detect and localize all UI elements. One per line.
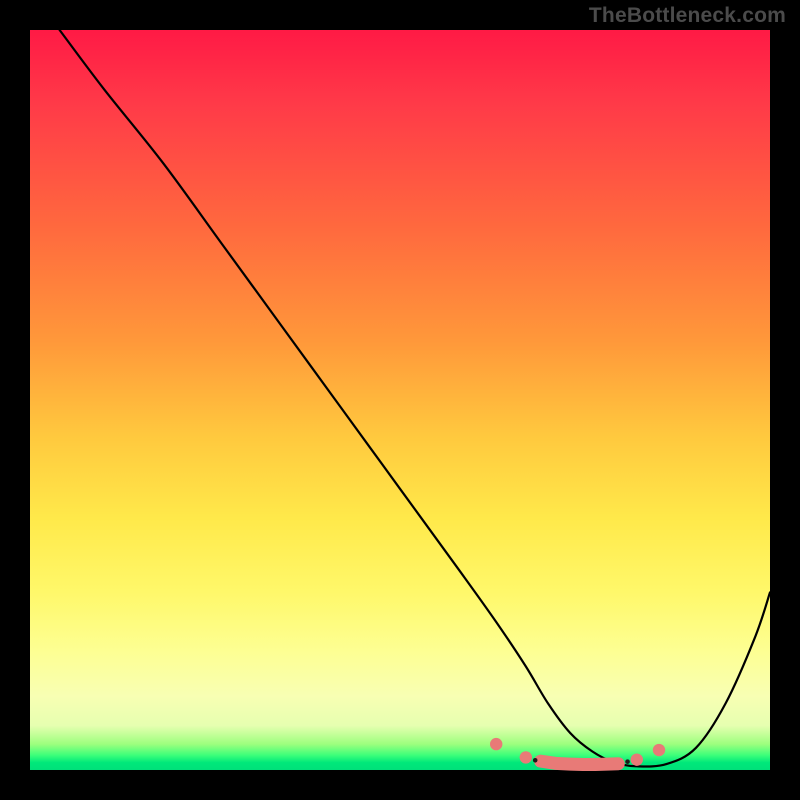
highlight-segment (541, 761, 619, 764)
image-frame: TheBottleneck.com (0, 0, 800, 800)
bottleneck-curve-svg (30, 30, 770, 770)
highlight-dot (520, 751, 532, 763)
connector-dot (533, 758, 538, 763)
bottleneck-curve-path (60, 30, 770, 767)
highlight-dot (653, 744, 665, 756)
highlight-dot (631, 753, 643, 765)
watermark-text: TheBottleneck.com (589, 4, 786, 28)
connector-dot (625, 759, 630, 764)
highlight-dot (490, 738, 502, 750)
highlight-markers-group (490, 738, 665, 766)
chart-plot-area (30, 30, 770, 770)
